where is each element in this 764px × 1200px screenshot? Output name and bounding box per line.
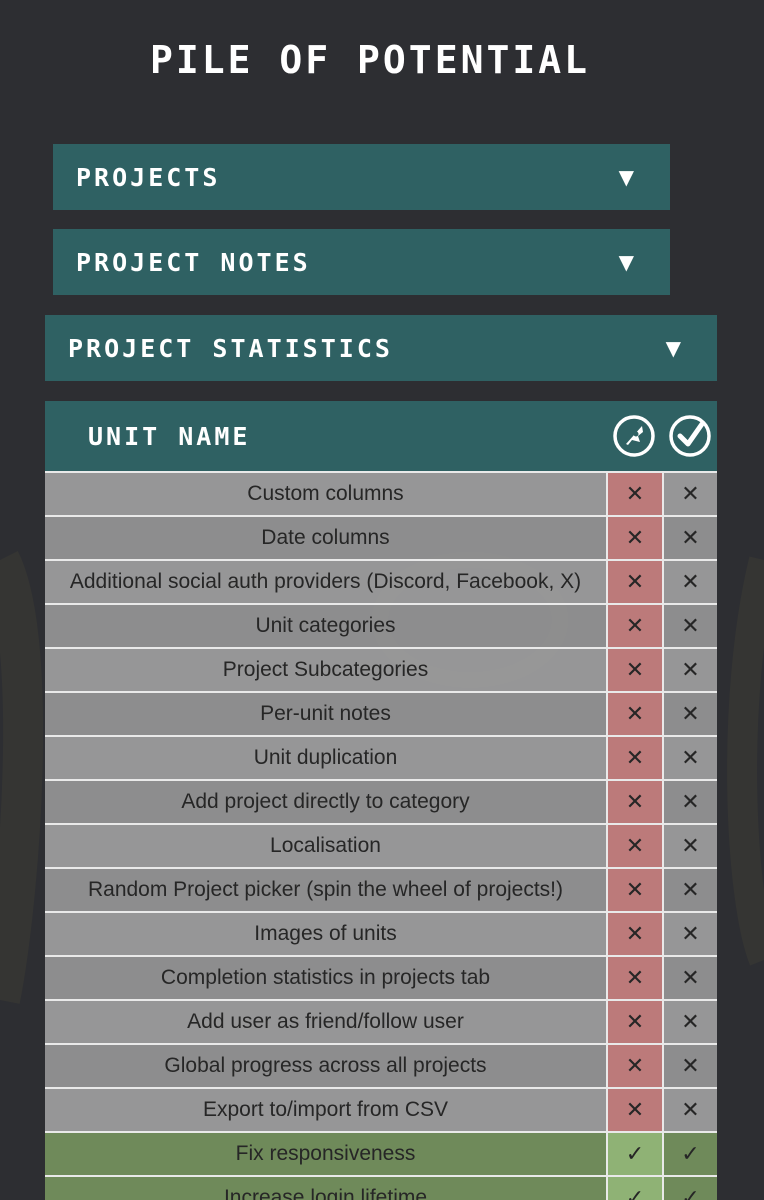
cross-icon: ✕	[662, 869, 717, 911]
unit-name-cell: Global progress across all projects	[45, 1045, 606, 1087]
unit-name-cell: Project Subcategories	[45, 649, 606, 691]
check-icon: ✓	[662, 1177, 717, 1200]
check-circle-icon	[662, 414, 717, 458]
unit-name-cell: Add project directly to category	[45, 781, 606, 823]
unit-name-cell: Random Project picker (spin the wheel of…	[45, 869, 606, 911]
unit-name-cell: Additional social auth providers (Discor…	[45, 561, 606, 603]
table-row: Global progress across all projects ✕ ✕	[45, 1043, 717, 1087]
cross-icon: ✕	[606, 781, 662, 823]
cross-icon: ✕	[662, 517, 717, 559]
table-row: Add project directly to category ✕ ✕	[45, 779, 717, 823]
cross-icon: ✕	[662, 605, 717, 647]
chevron-down-icon: ▼	[618, 250, 634, 274]
table-row: Images of units ✕ ✕	[45, 911, 717, 955]
unit-name-cell: Localisation	[45, 825, 606, 867]
table-body: Custom columns ✕ ✕ Date columns ✕ ✕ Additional…	[45, 471, 717, 1200]
cross-icon: ✕	[606, 913, 662, 955]
unit-name-cell: Per-unit notes	[45, 693, 606, 735]
cross-icon: ✕	[606, 1045, 662, 1087]
unit-name-cell: Custom columns	[45, 473, 606, 515]
table-row: Unit categories ✕ ✕	[45, 603, 717, 647]
cross-icon: ✕	[662, 693, 717, 735]
cross-icon: ✕	[606, 605, 662, 647]
rocket-badge-icon	[606, 414, 662, 458]
table-row: Completion statistics in projects tab ✕ ✕	[45, 955, 717, 999]
page: PILE OF POTENTIAL PROJECTS ▼ PROJECT NOT…	[0, 0, 764, 1200]
table-row: Fix responsiveness ✓ ✓	[45, 1131, 717, 1175]
table-row: Export to/import from CSV ✕ ✕	[45, 1087, 717, 1131]
projects-accordion[interactable]: PROJECTS ▼	[53, 144, 670, 210]
cross-icon: ✕	[662, 649, 717, 691]
table-header: UNIT NAME	[45, 401, 717, 471]
project-statistics-accordion-label: PROJECT STATISTICS	[68, 333, 393, 363]
cross-icon: ✕	[606, 869, 662, 911]
cross-icon: ✕	[662, 825, 717, 867]
cross-icon: ✕	[606, 649, 662, 691]
cross-icon: ✕	[662, 781, 717, 823]
check-icon: ✓	[606, 1177, 662, 1200]
unit-name-cell: Increase login lifetime	[45, 1177, 606, 1200]
table-row: Custom columns ✕ ✕	[45, 471, 717, 515]
unit-name-cell: Date columns	[45, 517, 606, 559]
table-row: Additional social auth providers (Discor…	[45, 559, 717, 603]
projects-accordion-label: PROJECTS	[76, 162, 221, 192]
cross-icon: ✕	[662, 561, 717, 603]
unit-name-cell: Unit duplication	[45, 737, 606, 779]
cross-icon: ✕	[606, 737, 662, 779]
table-row: Per-unit notes ✕ ✕	[45, 691, 717, 735]
cross-icon: ✕	[606, 1089, 662, 1131]
table-row: Increase login lifetime ✓ ✓	[45, 1175, 717, 1200]
unit-name-cell: Add user as friend/follow user	[45, 1001, 606, 1043]
check-icon: ✓	[606, 1133, 662, 1175]
cross-icon: ✕	[662, 957, 717, 999]
app-title: PILE OF POTENTIAL	[150, 38, 590, 82]
unit-name-cell: Unit categories	[45, 605, 606, 647]
cross-icon: ✕	[606, 473, 662, 515]
cross-icon: ✕	[606, 825, 662, 867]
table-row: Localisation ✕ ✕	[45, 823, 717, 867]
table-row: Project Subcategories ✕ ✕	[45, 647, 717, 691]
cross-icon: ✕	[606, 561, 662, 603]
cross-icon: ✕	[662, 1089, 717, 1131]
unit-name-cell: Completion statistics in projects tab	[45, 957, 606, 999]
cross-icon: ✕	[662, 913, 717, 955]
unit-name-cell: Images of units	[45, 913, 606, 955]
unit-stats-table: UNIT NAME Custom columns ✕ ✕ Date columns ✕ ✕…	[45, 401, 717, 1200]
cross-icon: ✕	[662, 1045, 717, 1087]
chevron-down-icon: ▼	[665, 336, 681, 360]
cross-icon: ✕	[606, 517, 662, 559]
table-row: Date columns ✕ ✕	[45, 515, 717, 559]
cross-icon: ✕	[662, 473, 717, 515]
cross-icon: ✕	[662, 1001, 717, 1043]
cross-icon: ✕	[606, 1001, 662, 1043]
table-row: Add user as friend/follow user ✕ ✕	[45, 999, 717, 1043]
cross-icon: ✕	[662, 737, 717, 779]
chevron-down-icon: ▼	[618, 165, 634, 189]
table-row: Unit duplication ✕ ✕	[45, 735, 717, 779]
project-notes-accordion[interactable]: PROJECT NOTES ▼	[53, 229, 670, 295]
cross-icon: ✕	[606, 693, 662, 735]
check-icon: ✓	[662, 1133, 717, 1175]
unit-name-cell: Export to/import from CSV	[45, 1089, 606, 1131]
project-statistics-accordion[interactable]: PROJECT STATISTICS ▼	[45, 315, 717, 381]
project-notes-accordion-label: PROJECT NOTES	[76, 247, 311, 277]
unit-name-header: UNIT NAME	[88, 421, 251, 451]
unit-name-cell: Fix responsiveness	[45, 1133, 606, 1175]
cross-icon: ✕	[606, 957, 662, 999]
table-row: Random Project picker (spin the wheel of…	[45, 867, 717, 911]
